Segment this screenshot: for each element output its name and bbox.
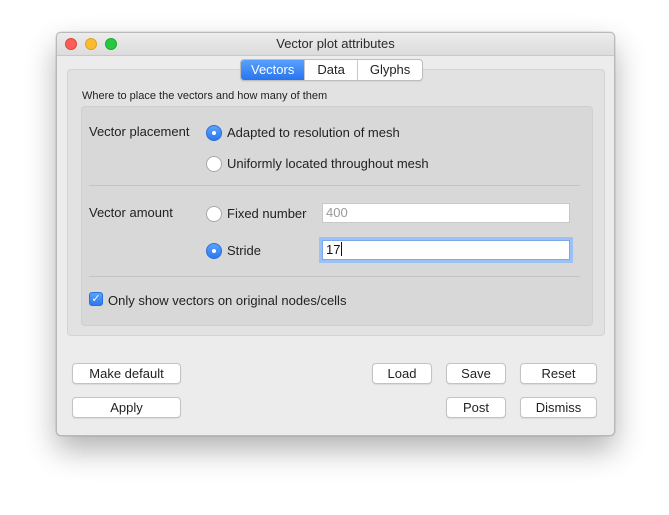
tab-bar: Vectors Data Glyphs <box>240 59 424 81</box>
tab-vectors[interactable]: Vectors <box>241 60 305 80</box>
window-title: Vector plot attributes <box>276 36 395 51</box>
apply-button[interactable]: Apply <box>72 397 181 418</box>
text-caret <box>341 242 343 256</box>
vector-amount-label: Vector amount <box>89 205 173 220</box>
panel-description: Where to place the vectors and how many … <box>82 90 328 102</box>
tab-glyphs[interactable]: Glyphs <box>356 60 422 80</box>
vector-placement-label: Vector placement <box>89 124 190 139</box>
amount-stride-label[interactable]: Stride <box>227 243 261 258</box>
placement-adapted-label[interactable]: Adapted to resolution of mesh <box>227 125 400 140</box>
save-button[interactable]: Save <box>446 363 506 384</box>
fixed-number-input[interactable]: 400 <box>322 203 570 223</box>
section-divider-2 <box>89 276 580 277</box>
title-bar: Vector plot attributes <box>57 33 614 56</box>
placement-uniform-label[interactable]: Uniformly located throughout mesh <box>227 156 429 171</box>
reset-button[interactable]: Reset <box>520 363 597 384</box>
amount-fixed-label[interactable]: Fixed number <box>227 206 306 221</box>
placement-uniform-radio[interactable] <box>206 156 222 172</box>
stride-input-value: 17 <box>326 242 341 257</box>
amount-fixed-radio[interactable] <box>206 206 222 222</box>
tab-data[interactable]: Data <box>304 60 356 80</box>
amount-stride-radio[interactable] <box>206 243 222 259</box>
make-default-button[interactable]: Make default <box>72 363 181 384</box>
post-button[interactable]: Post <box>446 397 506 418</box>
dismiss-button[interactable]: Dismiss <box>520 397 597 418</box>
load-button[interactable]: Load <box>372 363 432 384</box>
section-divider <box>89 185 580 186</box>
original-only-label[interactable]: Only show vectors on original nodes/cell… <box>108 293 346 308</box>
stride-input[interactable]: 17 <box>322 240 570 260</box>
original-only-checkbox[interactable]: ✓ <box>89 292 103 306</box>
placement-adapted-radio[interactable] <box>206 125 222 141</box>
